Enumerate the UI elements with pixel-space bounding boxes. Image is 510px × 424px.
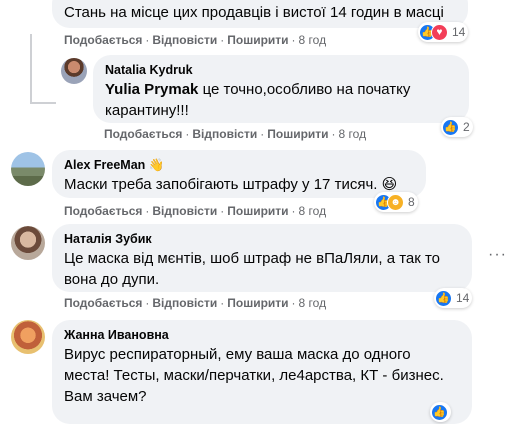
comment-actions: Подобається · Відповісти · Поширити · 8 год — [104, 127, 367, 141]
love-icon: ♥ — [431, 23, 448, 41]
reaction-summary[interactable]: 👍 2 — [441, 117, 473, 137]
comment-text: Стань на місце цих продавців і вистої 14… — [64, 4, 444, 21]
comment-bubble: Стань на місце цих продавців і вистої 14… — [52, 0, 468, 28]
comment-text: Вирус респираторный, ему ваша маска до о… — [64, 346, 444, 405]
comment-bubble: Наталія Зубик Це маска від мєнтів, шоб ш… — [52, 224, 472, 292]
reply-button[interactable]: Відповісти — [192, 127, 257, 141]
comment-text: Маски треба запобігають штрафу у 17 тися… — [64, 176, 398, 193]
wave-hand-icon: 👋 — [148, 158, 165, 172]
like-icon: 👍 — [442, 118, 459, 136]
haha-icon: ☻ — [387, 193, 404, 211]
avatar[interactable] — [11, 320, 45, 354]
share-button[interactable]: Поширити — [227, 296, 288, 310]
comment-bubble: Natalia Kydruk Yulia Prymak це точно,осо… — [93, 55, 469, 123]
reply-thread-connector — [30, 102, 56, 104]
comment-author[interactable]: Наталія Зубик — [64, 230, 460, 248]
comment-time[interactable]: 8 год — [299, 296, 327, 310]
comment-text: Yulia Prymak це точно,особливо на початк… — [105, 81, 411, 119]
like-button[interactable]: Подобається — [64, 204, 142, 218]
reaction-summary[interactable]: 👍 ♥ 14 — [418, 22, 469, 42]
comment-time[interactable]: 8 год — [299, 33, 327, 47]
reply-button[interactable]: Відповісти — [152, 296, 217, 310]
comment-time[interactable]: 8 год — [299, 204, 327, 218]
reaction-count: 14 — [452, 25, 466, 39]
like-button[interactable]: Подобається — [64, 296, 142, 310]
comment-text: Це маска від мєнтів, шоб штраф не вПаЛял… — [64, 250, 441, 288]
comment-time[interactable]: 8 год — [339, 127, 367, 141]
share-button[interactable]: Поширити — [227, 204, 288, 218]
more-options-icon[interactable]: ··· — [488, 246, 507, 264]
share-button[interactable]: Поширити — [267, 127, 328, 141]
comment-bubble: Жанна Ивановна Вирус респираторный, ему … — [52, 320, 472, 424]
reaction-count: 8 — [408, 195, 415, 209]
avatar[interactable] — [11, 152, 45, 186]
share-button[interactable]: Поширити — [227, 33, 288, 47]
reaction-summary-partial[interactable]: 👍 — [430, 402, 451, 422]
like-icon: 👍 — [431, 403, 448, 421]
like-icon: 👍 — [435, 289, 452, 307]
reaction-summary[interactable]: 👍 14 — [434, 288, 473, 308]
comment-author[interactable]: Alex FreeMan 👋 — [64, 156, 414, 174]
laughing-emoji: 😆 — [381, 176, 398, 193]
comment-actions: Подобається · Відповісти · Поширити · 8 год — [64, 204, 327, 218]
reply-thread-line — [30, 34, 32, 104]
comment-author[interactable]: Natalia Kydruk — [105, 61, 457, 79]
like-button[interactable]: Подобається — [104, 127, 182, 141]
reply-button[interactable]: Відповісти — [152, 33, 217, 47]
avatar[interactable] — [61, 58, 87, 84]
reaction-summary[interactable]: 👍 ☻ 8 — [374, 192, 418, 212]
comment-actions: Подобається · Відповісти · Поширити · 8 год — [64, 296, 327, 310]
avatar[interactable] — [11, 226, 45, 260]
mention-link[interactable]: Yulia Prymak — [105, 81, 198, 98]
comment-author[interactable]: Жанна Ивановна — [64, 326, 460, 344]
reaction-count: 2 — [463, 120, 470, 134]
reaction-count: 14 — [456, 291, 470, 305]
comment-actions: Подобається · Відповісти · Поширити · 8 год — [64, 33, 327, 47]
reply-button[interactable]: Відповісти — [152, 204, 217, 218]
like-button[interactable]: Подобається — [64, 33, 142, 47]
comment-bubble: Alex FreeMan 👋 Маски треба запобігають ш… — [52, 150, 426, 198]
